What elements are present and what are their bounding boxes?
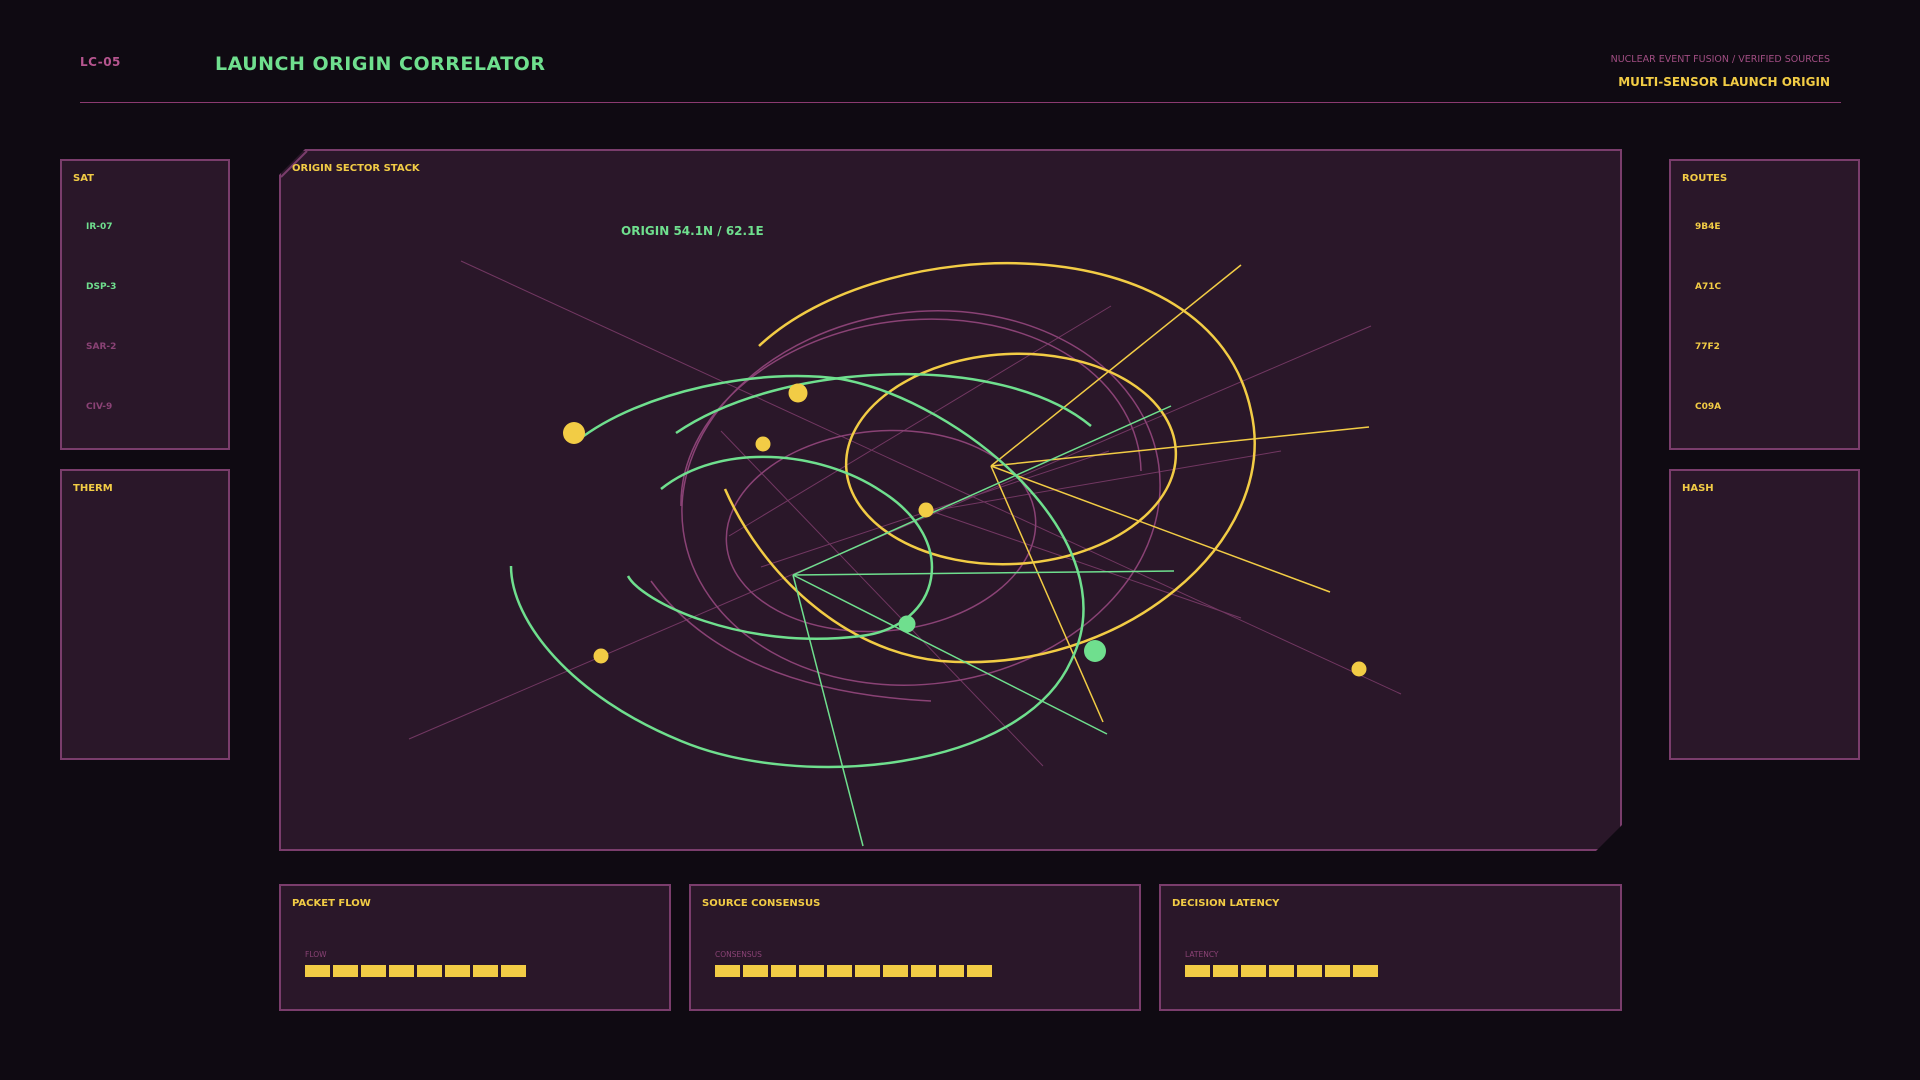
bar-segment bbox=[771, 965, 796, 977]
bar-segment bbox=[361, 965, 386, 977]
decision-latency-label: LATENCY bbox=[1185, 950, 1219, 959]
route-item-77f2[interactable]: 77F2 bbox=[1695, 342, 1720, 352]
sensor-point bbox=[918, 502, 934, 518]
packet-flow-bar bbox=[305, 965, 526, 977]
decision-latency-bar bbox=[1185, 965, 1378, 977]
bar-segment bbox=[911, 965, 936, 977]
bar-segment bbox=[743, 965, 768, 977]
sensor-point bbox=[1351, 661, 1367, 677]
bar-segment bbox=[939, 965, 964, 977]
bar-segment bbox=[883, 965, 908, 977]
sensor-point bbox=[563, 422, 585, 444]
bar-segment bbox=[333, 965, 358, 977]
route-item-9b4e[interactable]: 9B4E bbox=[1695, 222, 1721, 232]
bar-segment bbox=[827, 965, 852, 977]
sat-item-sar-2[interactable]: SAR-2 bbox=[86, 342, 116, 352]
screen-code: LC-05 bbox=[80, 55, 121, 69]
source-consensus-panel: SOURCE CONSENSUS CONSENSUS bbox=[689, 884, 1141, 1011]
range-ellipse bbox=[725, 429, 1037, 633]
page-title: LAUNCH ORIGIN CORRELATOR bbox=[215, 53, 546, 75]
hash-panel-title: HASH bbox=[1682, 483, 1714, 494]
bearing-ray bbox=[728, 305, 1112, 537]
bar-segment bbox=[1241, 965, 1266, 977]
bar-segment bbox=[799, 965, 824, 977]
sat-item-dsp-3[interactable]: DSP-3 bbox=[86, 282, 116, 292]
routes-panel-title: ROUTES bbox=[1682, 173, 1728, 184]
source-consensus-bar bbox=[715, 965, 992, 977]
bearing-ray bbox=[930, 450, 1282, 512]
header-subtitle: NUCLEAR EVENT FUSION / VERIFIED SOURCES bbox=[1610, 54, 1830, 65]
decision-latency-title: DECISION LATENCY bbox=[1172, 898, 1280, 909]
bar-segment bbox=[445, 965, 470, 977]
source-consensus-label: CONSENSUS bbox=[715, 950, 762, 959]
bearing-ray bbox=[760, 450, 1110, 568]
bar-segment bbox=[715, 965, 740, 977]
bar-segment bbox=[967, 965, 992, 977]
packet-flow-panel: PACKET FLOW FLOW bbox=[279, 884, 671, 1011]
bar-segment bbox=[1325, 965, 1350, 977]
sat-item-civ-9[interactable]: CIV-9 bbox=[86, 402, 112, 412]
bar-segment bbox=[473, 965, 498, 977]
bar-segment bbox=[1185, 965, 1210, 977]
bearing-ray bbox=[990, 426, 1370, 467]
bearing-ray bbox=[792, 405, 1172, 576]
sensor-point bbox=[1084, 640, 1106, 662]
origin-plot[interactable] bbox=[281, 151, 1620, 849]
bar-segment bbox=[1213, 965, 1238, 977]
bar-segment bbox=[305, 965, 330, 977]
source-consensus-title: SOURCE CONSENSUS bbox=[702, 898, 821, 909]
route-item-c09a[interactable]: C09A bbox=[1695, 402, 1721, 412]
sensor-point bbox=[898, 615, 916, 633]
hash-panel: HASH bbox=[1669, 469, 1860, 760]
track-arc-green-upper bbox=[675, 373, 1092, 435]
bar-segment bbox=[855, 965, 880, 977]
sat-panel-title: SAT bbox=[73, 173, 94, 184]
therm-panel-title: THERM bbox=[73, 483, 113, 494]
track-arc-green-outer bbox=[509, 374, 1085, 769]
header-mode: MULTI-SENSOR LAUNCH ORIGIN bbox=[1618, 75, 1830, 89]
header-divider bbox=[80, 102, 1841, 103]
bearing-ray bbox=[930, 510, 1242, 619]
origin-sector-panel: ORIGIN SECTOR STACK ORIGIN 54.1N / 62.1E bbox=[279, 149, 1622, 851]
bar-segment bbox=[389, 965, 414, 977]
routes-panel: ROUTES 9B4E A71C 77F2 C09A bbox=[1669, 159, 1860, 450]
bar-segment bbox=[501, 965, 526, 977]
bar-segment bbox=[417, 965, 442, 977]
bearing-ray bbox=[792, 574, 1108, 735]
bar-segment bbox=[1297, 965, 1322, 977]
therm-panel: THERM bbox=[60, 469, 230, 760]
packet-flow-label: FLOW bbox=[305, 950, 327, 959]
decision-latency-panel: DECISION LATENCY LATENCY bbox=[1159, 884, 1622, 1011]
range-arc bbox=[650, 580, 932, 702]
bearing-ray bbox=[720, 430, 1044, 767]
sensor-point bbox=[755, 436, 771, 452]
sat-panel: SAT IR-07 DSP-3 SAR-2 CIV-9 bbox=[60, 159, 230, 450]
packet-flow-title: PACKET FLOW bbox=[292, 898, 371, 909]
bar-segment bbox=[1353, 965, 1378, 977]
route-item-a71c[interactable]: A71C bbox=[1695, 282, 1721, 292]
sensor-point bbox=[593, 648, 609, 664]
sensor-point bbox=[788, 383, 808, 403]
bar-segment bbox=[1269, 965, 1294, 977]
sat-item-ir-07[interactable]: IR-07 bbox=[86, 222, 113, 232]
bearing-ray bbox=[792, 570, 1175, 576]
bearing-ray bbox=[460, 260, 1402, 695]
